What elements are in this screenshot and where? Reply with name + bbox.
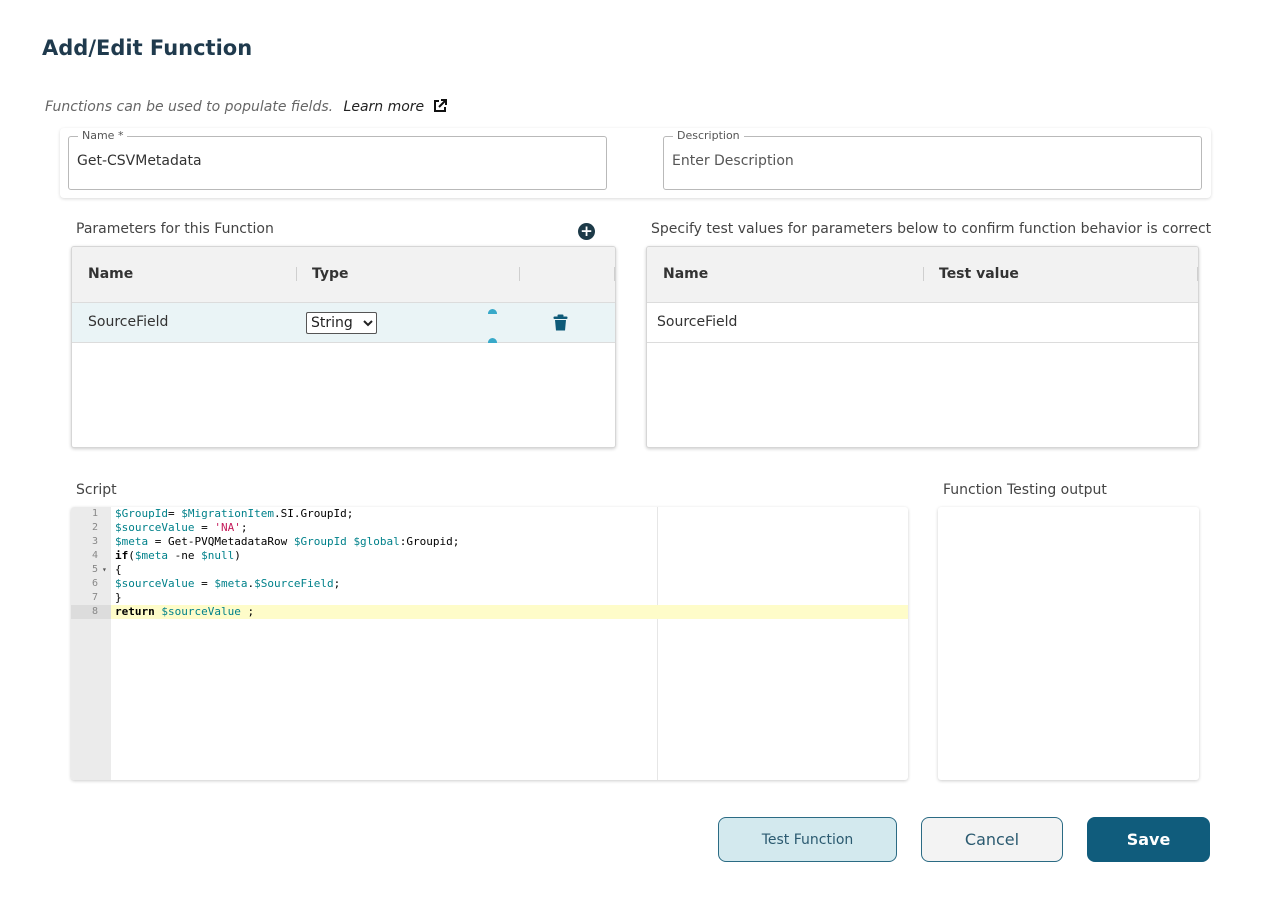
table-row[interactable]: SourceField — [647, 303, 1198, 343]
code-text: return $sourceValue ; — [115, 605, 255, 618]
cancel-button[interactable]: Cancel — [921, 817, 1063, 862]
output-title: Function Testing output — [943, 482, 1107, 498]
code-line[interactable]: 7 } — [71, 591, 908, 605]
learn-more-link[interactable]: Learn more — [344, 99, 447, 115]
code-text: $sourceValue = $meta.$SourceField; — [115, 577, 341, 590]
drag-handle-icon[interactable] — [488, 309, 497, 314]
test-values-grid-header: Name Test value — [647, 247, 1198, 303]
line-number: 6 — [91, 578, 98, 589]
line-number: 7 — [91, 592, 98, 603]
column-header-name[interactable]: Name — [663, 266, 708, 282]
drag-handle-icon[interactable] — [488, 338, 497, 343]
name-input[interactable] — [77, 153, 577, 169]
plus-icon: + — [580, 222, 593, 240]
code-line[interactable]: 6 $sourceValue = $meta.$SourceField; — [71, 577, 908, 591]
code-text: $GroupId= $MigrationItem.SI.GroupId; — [115, 507, 354, 520]
code-text: if($meta -ne $null) — [115, 549, 241, 562]
script-title: Script — [76, 482, 117, 498]
name-field[interactable]: Name * — [68, 129, 607, 190]
description-input[interactable] — [672, 153, 1172, 169]
table-row[interactable]: SourceField String — [72, 303, 615, 343]
trash-icon[interactable] — [553, 314, 568, 331]
code-text: { — [115, 563, 122, 576]
intro-text-row: Functions can be used to populate fields… — [45, 99, 447, 115]
test-values-grid: Name Test value SourceField — [646, 246, 1199, 448]
code-text: $sourceValue = 'NA'; — [115, 521, 248, 534]
parameters-grid-header: Name Type — [72, 247, 615, 303]
code-line[interactable]: 5 ▾ { — [71, 563, 908, 577]
column-separator[interactable] — [519, 267, 520, 281]
script-editor[interactable]: 1 $GroupId= $MigrationItem.SI.GroupId; 2… — [71, 507, 908, 780]
test-function-button[interactable]: Test Function — [718, 817, 897, 862]
code-line[interactable]: 2 $sourceValue = 'NA'; — [71, 521, 908, 535]
column-separator[interactable] — [296, 267, 297, 281]
fold-arrow-icon[interactable]: ▾ — [102, 563, 107, 577]
line-number: 1 — [91, 508, 98, 519]
parameters-title: Parameters for this Function — [76, 221, 274, 237]
line-number: 2 — [91, 522, 98, 533]
column-separator[interactable] — [614, 267, 615, 281]
learn-more-label: Learn more — [343, 99, 425, 115]
parameter-name-cell: SourceField — [88, 314, 169, 330]
code-line-active[interactable]: 8 return $sourceValue ; — [71, 605, 908, 619]
test-parameter-name-cell: SourceField — [657, 314, 738, 330]
code-line[interactable]: 1 $GroupId= $MigrationItem.SI.GroupId; — [71, 507, 908, 521]
code-text: } — [115, 591, 122, 604]
intro-text: Functions can be used to populate fields… — [45, 99, 334, 115]
code-line[interactable]: 3 $meta = Get-PVQMetadataRow $GroupId $g… — [71, 535, 908, 549]
code-text: $meta = Get-PVQMetadataRow $GroupId $glo… — [115, 535, 460, 548]
function-details-card: Name * Description — [60, 128, 1211, 198]
column-header-type[interactable]: Type — [312, 266, 349, 282]
function-testing-output — [938, 507, 1199, 780]
page-title: Add/Edit Function — [42, 36, 253, 60]
parameters-grid: Name Type SourceField String — [71, 246, 616, 448]
save-button[interactable]: Save — [1087, 817, 1210, 862]
parameter-type-select[interactable]: String — [306, 312, 377, 334]
line-number: 4 — [91, 550, 98, 561]
code-line[interactable]: 4 if($meta -ne $null) — [71, 549, 908, 563]
column-header-name[interactable]: Name — [88, 266, 133, 282]
column-separator[interactable] — [1197, 267, 1198, 281]
column-separator[interactable] — [923, 267, 924, 281]
line-number: 3 — [91, 536, 98, 547]
description-field-label: Description — [673, 129, 744, 142]
description-field[interactable]: Description — [663, 129, 1202, 190]
external-link-icon — [433, 99, 447, 112]
test-values-title: Specify test values for parameters below… — [651, 221, 1212, 237]
line-number: 8 — [71, 605, 111, 619]
name-field-label: Name * — [78, 129, 128, 142]
column-header-test-value[interactable]: Test value — [939, 266, 1019, 282]
add-parameter-button[interactable]: + — [578, 223, 595, 240]
